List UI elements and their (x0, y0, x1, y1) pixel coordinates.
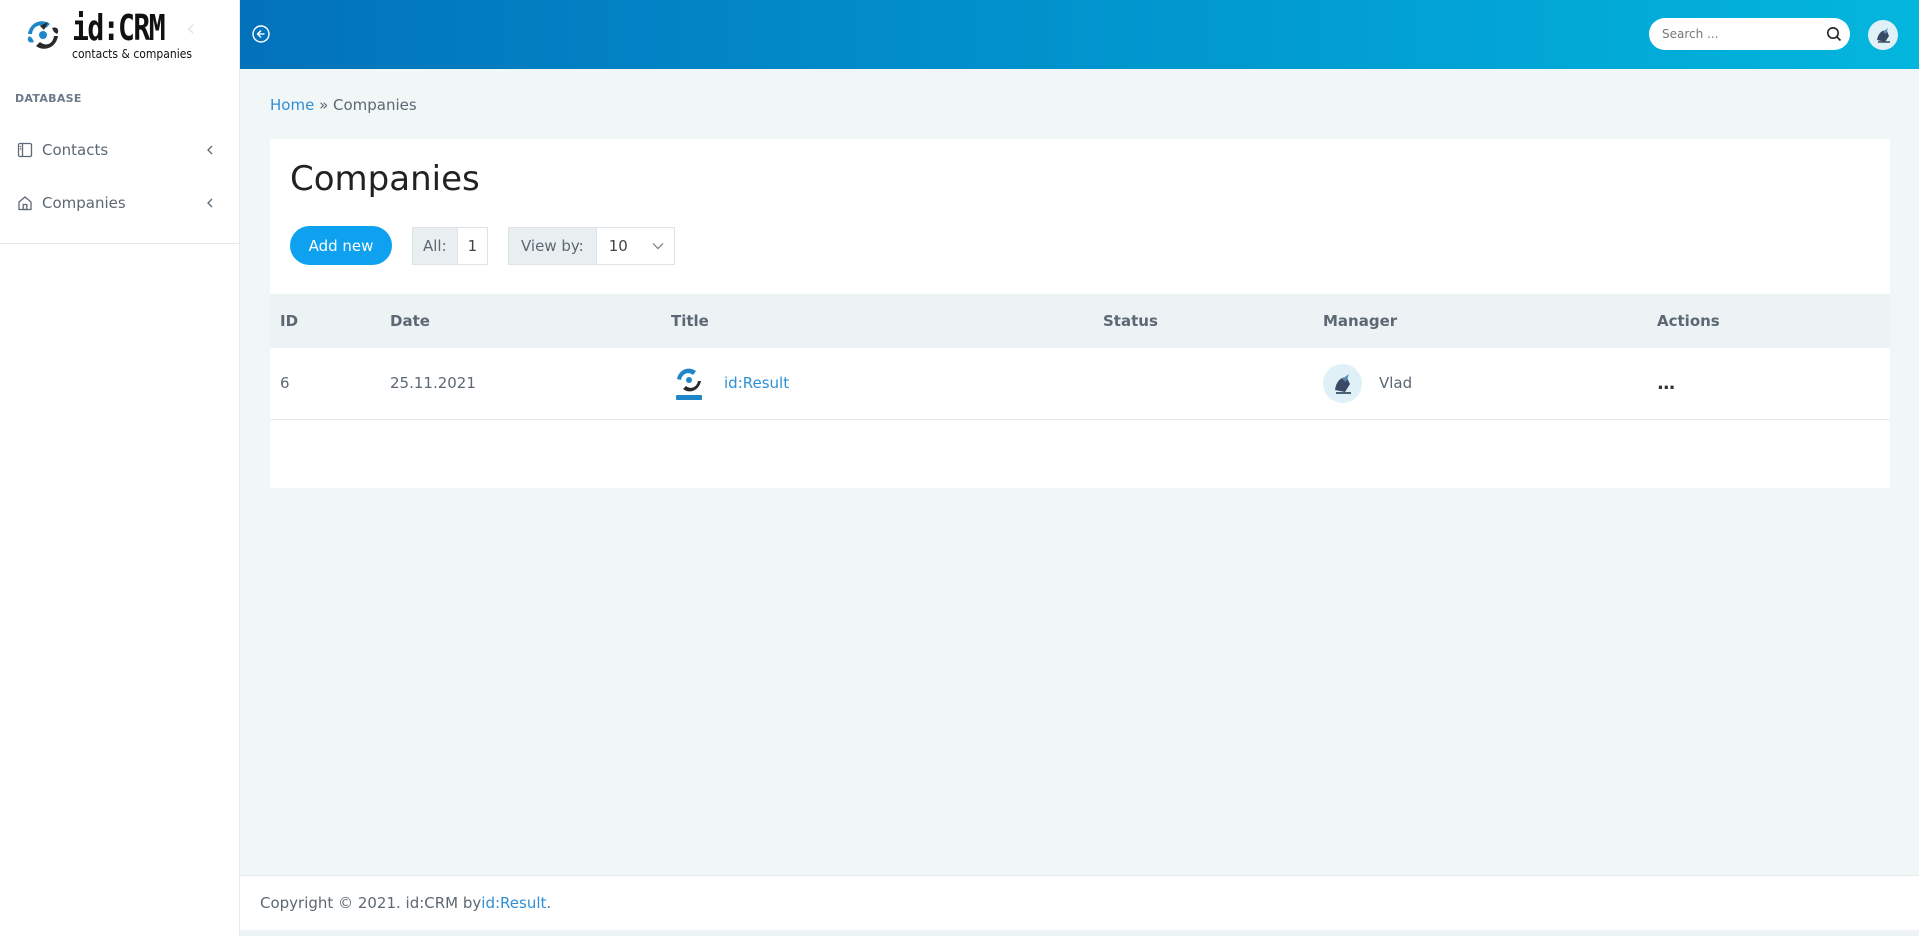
view-by-label: View by: (509, 228, 597, 264)
user-avatar[interactable] (1868, 20, 1898, 50)
logo-subtitle: contacts & companies (72, 46, 192, 61)
back-arrow-icon[interactable] (251, 24, 271, 44)
cell-date: 25.11.2021 (390, 374, 476, 393)
breadcrumb-current: Companies (333, 96, 417, 114)
company-title-link[interactable]: id:Result (724, 374, 789, 392)
column-header-id[interactable]: ID (270, 294, 380, 348)
total-count-label: All: (413, 228, 458, 264)
manager-name: Vlad (1379, 374, 1413, 393)
footer-link[interactable]: id:Result (481, 894, 546, 912)
chevron-down-icon (652, 243, 664, 250)
sidebar: id:CRM contacts & companies ‹ DATABASE C… (0, 0, 240, 936)
cell-status (1093, 348, 1313, 419)
footer: Copyright © 2021. id:CRM by id:Result. (240, 875, 1919, 930)
table-row: 6 25.11.2021 id:Result Vlad ... (270, 348, 1890, 419)
company-logo (671, 363, 707, 403)
column-header-date[interactable]: Date (380, 294, 661, 348)
more-actions-icon[interactable]: ... (1657, 373, 1675, 394)
cell-id: 6 (280, 374, 290, 393)
view-by-select[interactable]: 10 (596, 228, 674, 264)
main-content: Home » Companies Companies Add new All: … (240, 69, 1919, 875)
breadcrumb-separator: » (314, 96, 334, 114)
cell-actions: ... (1647, 348, 1890, 419)
view-by-value: 10 (608, 237, 628, 255)
sidebar-section-label: DATABASE (15, 92, 82, 105)
companies-table: ID Date Title Status Manager Actions 6 2… (270, 294, 1890, 420)
view-by-control: View by: 10 (508, 227, 675, 265)
sidebar-menu: Contacts Companies (0, 123, 239, 244)
cell-manager: Vlad (1313, 348, 1647, 419)
total-count-value: 1 (457, 228, 488, 264)
breadcrumb-home-link[interactable]: Home (270, 96, 314, 114)
app-logo[interactable]: id:CRM contacts & companies ‹ (0, 0, 239, 70)
chevron-left-icon (207, 198, 213, 207)
sidebar-item-label: Companies (42, 193, 126, 212)
total-count: All: 1 (412, 227, 489, 265)
footer-copyright: Copyright © 2021. id:CRM by (260, 894, 482, 912)
collapse-chevron-icon: ‹ (186, 14, 196, 42)
logo-mark-icon (20, 12, 66, 58)
table-header-row: ID Date Title Status Manager Actions (270, 294, 1890, 348)
column-header-status[interactable]: Status (1093, 294, 1313, 348)
footer-suffix: . (546, 894, 552, 912)
bottom-strip (240, 930, 1919, 936)
companies-card: Companies Add new All: 1 View by: 10 ID … (270, 139, 1890, 488)
page-title: Companies (290, 159, 480, 199)
sidebar-item-label: Contacts (42, 140, 109, 159)
sidebar-item-contacts[interactable]: Contacts (0, 123, 239, 176)
logo-title: id:CRM (72, 7, 166, 49)
home-icon (18, 195, 32, 210)
chevron-left-icon (207, 145, 213, 154)
sidebar-item-companies[interactable]: Companies (0, 176, 239, 229)
column-header-title[interactable]: Title (661, 294, 1093, 348)
breadcrumb: Home » Companies (270, 96, 417, 114)
column-header-manager[interactable]: Manager (1313, 294, 1647, 348)
column-header-actions: Actions (1657, 312, 1720, 330)
top-header (240, 0, 1919, 69)
add-new-button[interactable]: Add new (290, 226, 392, 265)
manager-avatar (1323, 363, 1362, 403)
sidebar-panel-icon (17, 142, 33, 157)
search-box (1649, 18, 1850, 50)
search-input[interactable] (1649, 18, 1809, 50)
search-icon[interactable] (1826, 26, 1842, 42)
cell-title: id:Result (661, 348, 1093, 419)
